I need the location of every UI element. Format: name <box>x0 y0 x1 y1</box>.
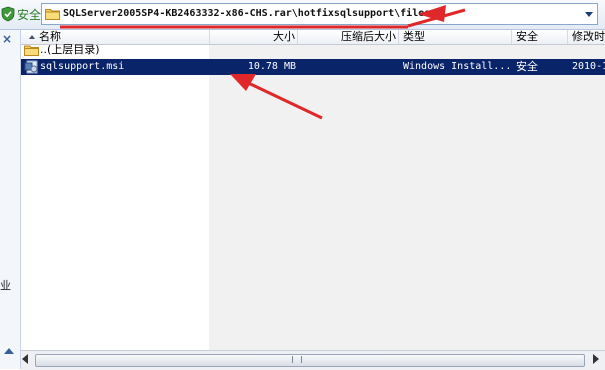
list-item[interactable]: ..(上层目录) <box>21 42 605 58</box>
list-background <box>209 45 605 350</box>
address-bar: 安全 SQLServer2005SP4-KB2463332-x86-CHS.ra… <box>0 0 605 30</box>
scroll-up-icon[interactable] <box>4 348 14 354</box>
item-name: ..(上层目录) <box>40 43 100 56</box>
horizontal-scrollbar[interactable] <box>21 350 605 370</box>
folder-icon <box>45 9 60 20</box>
msi-file-icon <box>24 60 39 79</box>
grip-icon <box>292 356 302 363</box>
scroll-left-icon[interactable] <box>22 354 28 364</box>
close-icon[interactable]: × <box>2 32 12 46</box>
file-list: 名称 大小 压缩后大小 类型 安全 修改时 ..(上层目录) sqlsuppor… <box>21 30 605 350</box>
item-name: sqlsupport.msi <box>40 61 125 72</box>
item-type: Windows Install... <box>403 61 511 72</box>
path-text: SQLServer2005SP4-KB2463332-x86-CHS.rar\h… <box>63 8 431 19</box>
secure-button[interactable]: 安全 <box>0 3 41 25</box>
item-modified: 2010-1 <box>572 61 605 72</box>
item-secure: 安全 <box>516 60 538 73</box>
left-pane: × 业 <box>0 30 21 369</box>
item-size: 10.78 MB <box>247 61 296 72</box>
list-item-selected[interactable]: sqlsupport.msi 10.78 MB Windows Install.… <box>21 59 605 75</box>
shield-icon <box>1 6 15 22</box>
scroll-right-icon[interactable] <box>593 354 599 364</box>
chevron-down-icon[interactable] <box>585 12 593 17</box>
sort-ascending-icon <box>29 34 35 39</box>
secure-label: 安全 <box>17 7 42 22</box>
path-input[interactable]: SQLServer2005SP4-KB2463332-x86-CHS.rar\h… <box>41 3 598 25</box>
scrollbar-thumb[interactable] <box>35 354 585 367</box>
left-pane-text-fragment: 业 <box>0 279 11 292</box>
